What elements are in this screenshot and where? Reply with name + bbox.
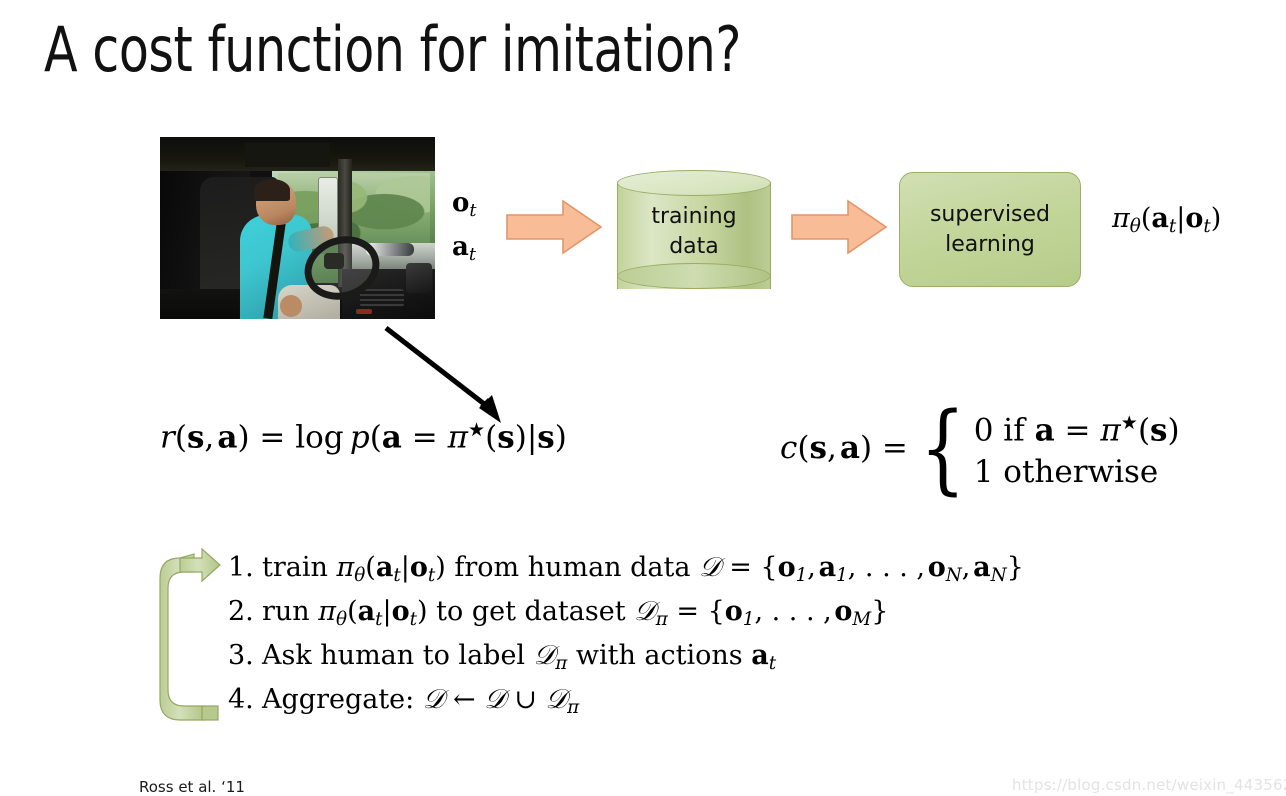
diagonal-arrow-icon (384, 326, 501, 423)
citation-reference: Ross et al. ‘11 (139, 778, 245, 796)
right-arrow-icon-1 (506, 199, 603, 255)
database-label-line1: training (651, 204, 737, 229)
photo-driver-hand (280, 295, 302, 317)
database-label: training data (617, 202, 771, 262)
photo-dashboard-indicator (356, 309, 372, 314)
list-item: 1. train πθ(at|ot) from human data 𝒟 = {… (228, 552, 1024, 596)
action-label: at (452, 232, 476, 265)
list-item: 4. Aggregate: 𝒟 ← 𝒟 ∪ 𝒟π (228, 684, 1024, 728)
step-text: train πθ(at|ot) from human data 𝒟 = {o1,… (262, 552, 1024, 587)
step-number: 1. (228, 552, 254, 583)
cost-case-2: 1 otherwise (973, 454, 1159, 491)
policy-formula: πθ(at|ot) (1112, 203, 1222, 238)
photo-driver-hair (254, 179, 290, 201)
step-text: Ask human to label 𝒟π with actions at (262, 640, 777, 675)
box-label-line2: learning (945, 231, 1035, 257)
watermark: https://blog.csdn.net/weixin_44356285 (1012, 776, 1286, 794)
supervised-learning-label: supervised learning (930, 200, 1050, 260)
right-arrow-icon-2 (791, 199, 888, 255)
step-number: 4. (228, 684, 254, 715)
photo-overhead-storage (245, 143, 330, 167)
cost-case-1: 0 if a = π★(s) (973, 411, 1180, 449)
step-number: 2. (228, 596, 254, 627)
loop-back-arrow-icon (159, 548, 221, 721)
database-label-line2: data (669, 234, 719, 259)
database-bottom (617, 263, 771, 289)
cost-equation-lhs: c(s, a) = (780, 429, 908, 466)
reward-equation: r(s, a) = log p(a = π★(s)|s) (160, 418, 567, 456)
observation-label: ot (452, 188, 477, 221)
photo-steering-hub (324, 253, 344, 269)
photo-gps-unit (406, 263, 432, 293)
cost-equation: c(s, a) = { 0 if a = π★(s) 1 otherwise (780, 390, 1180, 505)
photo-dashboard-vent (360, 289, 404, 307)
step-number: 3. (228, 640, 254, 671)
step-text: run πθ(at|ot) to get dataset 𝒟π = {o1, .… (262, 596, 889, 631)
list-item: 3. Ask human to label 𝒟π with actions at (228, 640, 1024, 684)
cases-brace: { (919, 390, 966, 505)
slide-canvas: A cost function for imitation? ot at tra… (0, 0, 1286, 796)
step-text: Aggregate: 𝒟 ← 𝒟 ∪ 𝒟π (262, 684, 580, 719)
page-title: A cost function for imitation? (44, 13, 741, 86)
training-data-database: training data (617, 170, 771, 302)
algorithm-steps-list: 1. train πθ(at|ot) from human data 𝒟 = {… (228, 552, 1024, 728)
supervised-learning-box: supervised learning (899, 172, 1081, 287)
truck-driver-photo (160, 137, 435, 319)
cost-cases: 0 if a = π★(s) 1 otherwise (974, 402, 1180, 493)
list-item: 2. run πθ(at|ot) to get dataset 𝒟π = {o1… (228, 596, 1024, 640)
database-top (617, 170, 771, 196)
box-label-line1: supervised (929, 201, 1051, 227)
